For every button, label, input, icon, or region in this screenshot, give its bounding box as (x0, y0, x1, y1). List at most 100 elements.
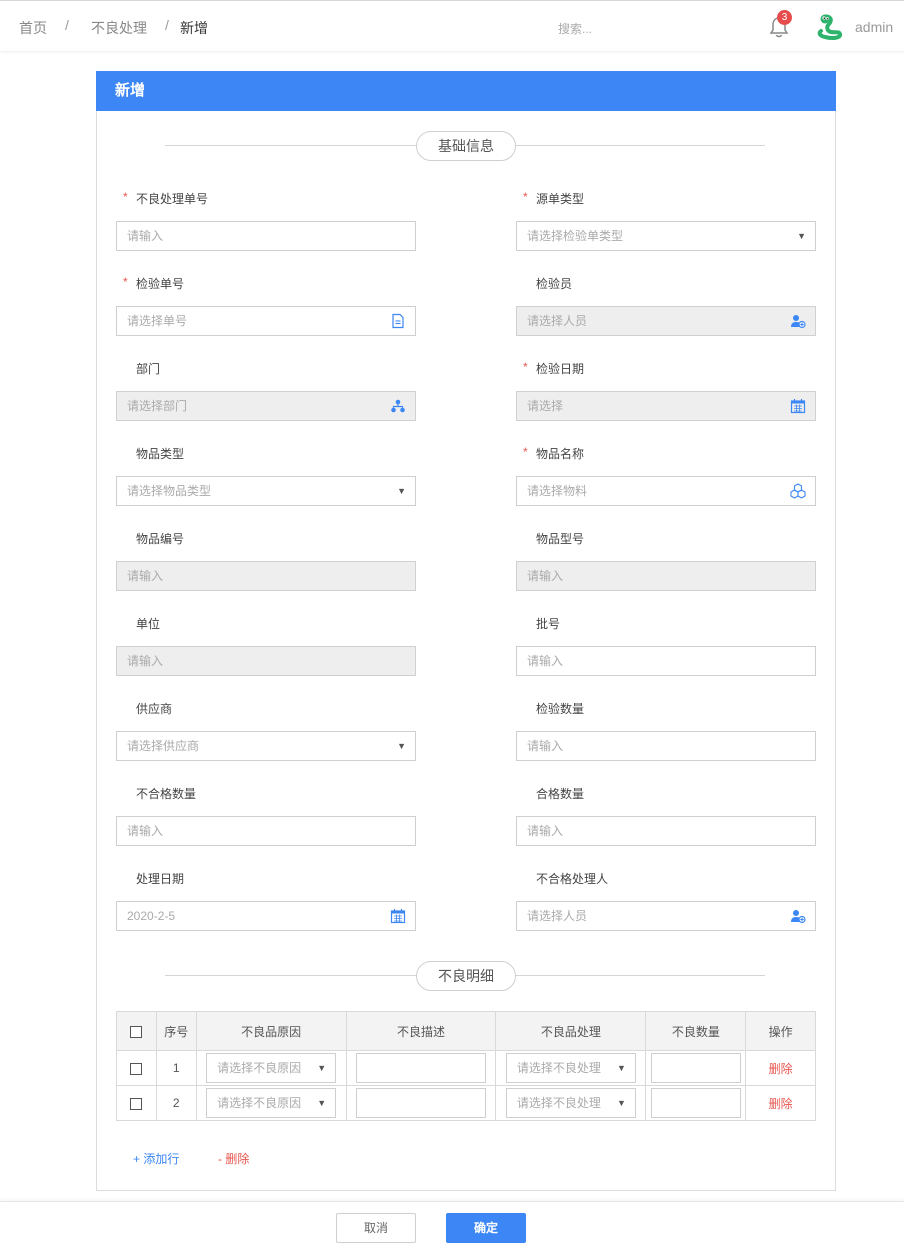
qualified-qty-input[interactable]: 请输入 (516, 816, 816, 846)
row-index: 1 (155, 1050, 197, 1086)
caret-down-icon: ▼ (317, 1063, 327, 1073)
add-user-icon[interactable] (790, 313, 806, 329)
document-icon[interactable] (390, 313, 406, 329)
row-checkbox[interactable] (130, 1062, 143, 1075)
delete-row-link[interactable]: 删除 (769, 1062, 793, 1076)
required-mark: * (123, 190, 128, 204)
inspect-no-placeholder: 请选择单号 (127, 314, 188, 328)
quantity-input[interactable] (650, 1053, 741, 1083)
department-placeholder: 请选择部门 (127, 399, 188, 413)
breadcrumb-current: 新增 (180, 20, 208, 36)
description-input[interactable] (356, 1053, 487, 1083)
unit-input[interactable]: 请输入 (116, 646, 416, 676)
item-type-placeholder: 请选择物品类型 (127, 484, 212, 498)
defect-no-input[interactable]: 请输入 (116, 221, 416, 251)
required-mark: * (523, 360, 528, 374)
quantity-input[interactable] (650, 1088, 741, 1118)
add-row-button[interactable]: + 添加行 (133, 1150, 179, 1167)
inspector-placeholder: 请选择人员 (527, 314, 588, 328)
snake-avatar-icon[interactable] (815, 13, 843, 41)
required-mark: * (523, 190, 528, 204)
column-header: 不良品处理 (495, 1011, 647, 1051)
source-type-select[interactable]: 请选择检验单类型 ▼ (516, 221, 816, 251)
department-input[interactable]: 请选择部门 (116, 391, 416, 421)
item-code-label: 物品编号 (136, 532, 185, 546)
reason-cell: 请选择不良原因 ▼ (195, 1050, 347, 1086)
description-input[interactable] (356, 1088, 487, 1118)
column-header: 操作 (745, 1011, 816, 1051)
search-input[interactable]: 搜索... (558, 20, 592, 37)
item-model-input[interactable]: 请输入 (516, 561, 816, 591)
qualified-qty-label: 合格数量 (536, 787, 585, 801)
breadcrumb-separator: / (165, 17, 169, 33)
cubes-icon[interactable] (790, 483, 806, 499)
item-code-input[interactable]: 请输入 (116, 561, 416, 591)
action-cell: 删除 (745, 1085, 816, 1121)
caret-down-icon: ▼ (797, 231, 806, 241)
table-row: 2 请选择不良原因 ▼ 请选择不良处理 ▼ 删除 (116, 1085, 816, 1121)
add-user-icon[interactable] (790, 908, 806, 924)
reason-cell: 请选择不良原因 ▼ (195, 1085, 347, 1121)
row-select-cell (116, 1085, 157, 1121)
department-label: 部门 (136, 362, 161, 376)
caret-down-icon: ▼ (616, 1098, 626, 1108)
caret-down-icon: ▼ (397, 741, 406, 751)
handler-input[interactable]: 请选择人员 (516, 901, 816, 931)
inspector-input[interactable]: 请选择人员 (516, 306, 816, 336)
org-chart-icon[interactable] (390, 398, 406, 414)
reason-placeholder: 请选择不良原因 (217, 1061, 302, 1075)
description-cell (345, 1050, 497, 1086)
inspect-date-label: 检验日期 (536, 362, 585, 376)
delete-rows-button[interactable]: - 删除 (218, 1150, 249, 1167)
row-checkbox[interactable] (130, 1097, 143, 1110)
supplier-placeholder: 请选择供应商 (127, 739, 200, 753)
username[interactable]: admin (855, 19, 893, 35)
handle-date-label: 处理日期 (136, 872, 185, 886)
inspect-no-input[interactable]: 请选择单号 (116, 306, 416, 336)
section-title-basic: 基础信息 (416, 131, 516, 161)
quantity-cell (645, 1085, 747, 1121)
notification-badge: 3 (777, 10, 792, 25)
row-select-cell (116, 1050, 157, 1086)
section-title-detail: 不良明细 (416, 961, 516, 991)
unqualified-qty-input[interactable]: 请输入 (116, 816, 416, 846)
item-name-input[interactable]: 请选择物料 (516, 476, 816, 506)
supplier-select[interactable]: 请选择供应商 ▼ (116, 731, 416, 761)
handling-select[interactable]: 请选择不良处理 ▼ (505, 1053, 636, 1083)
batch-no-input[interactable]: 请输入 (516, 646, 816, 676)
reason-placeholder: 请选择不良原因 (217, 1096, 302, 1110)
confirm-button[interactable]: 确定 (446, 1213, 526, 1243)
handle-date-value: 2020-2-5 (127, 909, 176, 923)
batch-no-label: 批号 (536, 617, 561, 631)
calendar-icon[interactable] (790, 398, 806, 414)
footer-bar: 取消 确定 (0, 1201, 904, 1253)
reason-select[interactable]: 请选择不良原因 ▼ (206, 1053, 337, 1083)
table-row: 1 请选择不良原因 ▼ 请选择不良处理 ▼ 删除 (116, 1050, 816, 1086)
column-header: 不良品原因 (195, 1011, 347, 1051)
breadcrumb-home[interactable]: 首页 (19, 18, 47, 38)
defect-no-label: 不良处理单号 (136, 192, 209, 206)
cancel-button[interactable]: 取消 (336, 1213, 416, 1243)
inspect-date-input[interactable]: 请选择 (516, 391, 816, 421)
column-header: 序号 (155, 1011, 197, 1051)
caret-down-icon: ▼ (397, 486, 406, 496)
item-type-select[interactable]: 请选择物品类型 ▼ (116, 476, 416, 506)
inspect-qty-input[interactable]: 请输入 (516, 731, 816, 761)
item-name-label: 物品名称 (536, 447, 585, 461)
reason-select[interactable]: 请选择不良原因 ▼ (206, 1088, 337, 1118)
delete-row-link[interactable]: 删除 (769, 1097, 793, 1111)
unqualified-qty-label: 不合格数量 (136, 787, 197, 801)
handling-cell: 请选择不良处理 ▼ (495, 1085, 647, 1121)
calendar-icon[interactable] (390, 908, 406, 924)
supplier-label: 供应商 (136, 702, 173, 716)
panel-title: 新增 (96, 71, 836, 111)
handling-select[interactable]: 请选择不良处理 ▼ (505, 1088, 636, 1118)
select-all-checkbox[interactable] (130, 1025, 143, 1038)
quantity-cell (645, 1050, 747, 1086)
required-mark: * (523, 445, 528, 459)
caret-down-icon: ▼ (317, 1098, 327, 1108)
handle-date-input[interactable]: 2020-2-5 (116, 901, 416, 931)
breadcrumb-section[interactable]: 不良处理 (91, 18, 147, 38)
defect-detail-table: 序号 不良品原因 不良描述 不良品处理 不良数量 操作 1 请选择不良原因 ▼ … (116, 1011, 816, 1121)
unit-label: 单位 (136, 617, 161, 631)
